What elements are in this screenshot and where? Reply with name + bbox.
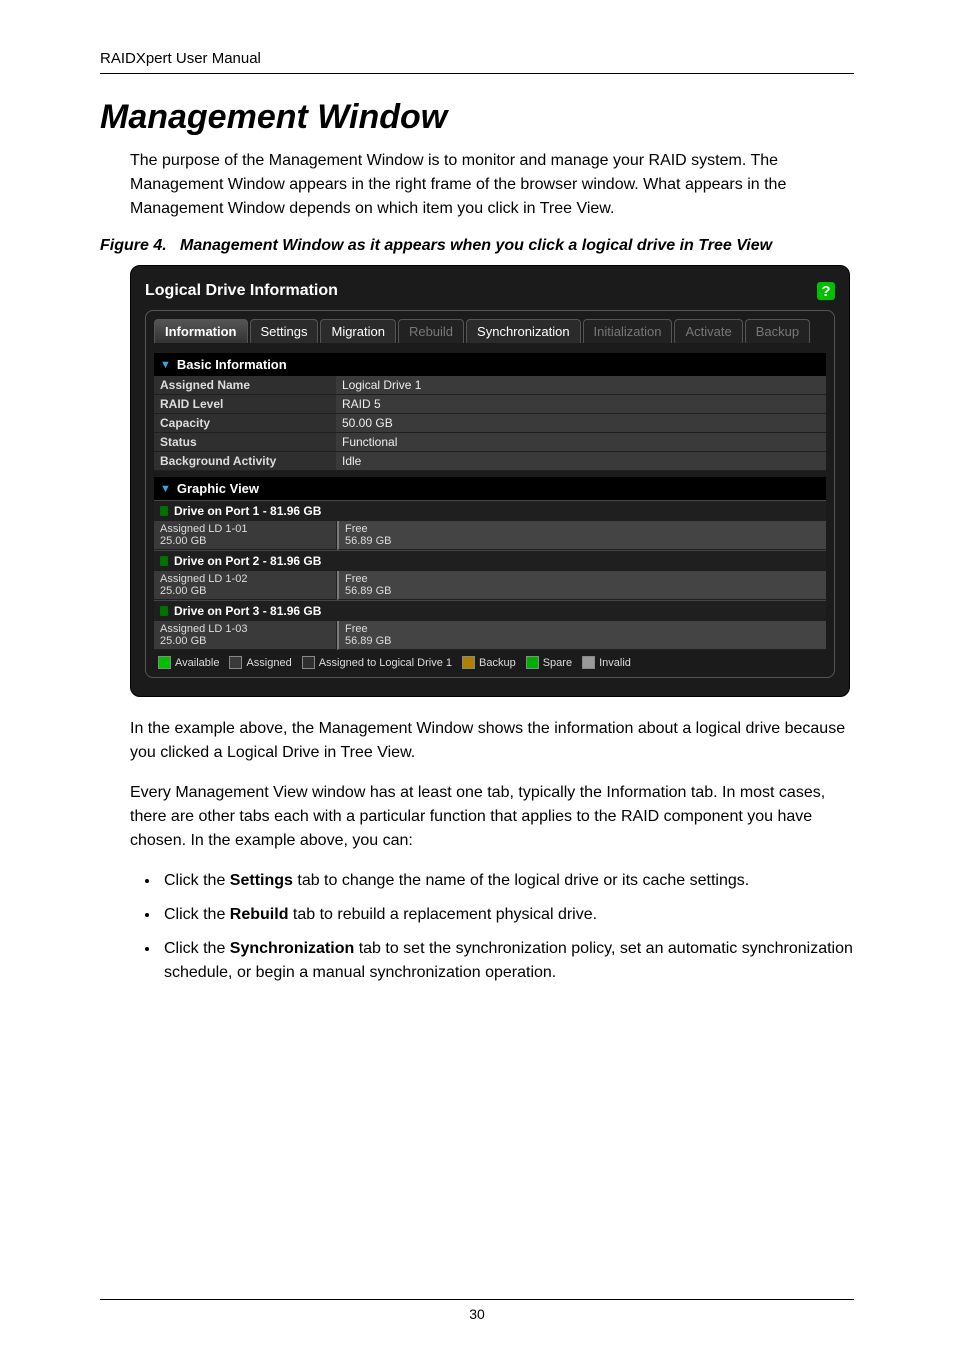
drive-led-icon [160,606,168,616]
legend-invalid: Invalid [582,656,631,669]
tab-rebuild: Rebuild [398,319,464,343]
bullet-list: Click the Settings tab to change the nam… [100,869,854,985]
free-label: Free [345,523,820,535]
key: Status [154,433,336,452]
row-raid-level: RAID Level RAID 5 [154,395,826,414]
value: Functional [336,433,826,452]
figure-caption-text: Management Window as it appears when you… [180,237,772,254]
free-label: Free [345,623,820,635]
management-window-screenshot: Logical Drive Information ? Information … [130,265,850,697]
free-size: 56.89 GB [345,635,820,647]
assigned-segment: Assigned LD 1-03 25.00 GB [154,621,337,650]
intro-paragraph: The purpose of the Management Window is … [100,149,854,221]
graphic-view-heading[interactable]: ▼ Graphic View [154,477,826,500]
legend-assigned: Assigned [229,656,291,669]
free-segment: Free 56.89 GB [337,621,826,650]
assigned-size: 25.00 GB [160,635,330,647]
chevron-down-icon: ▼ [160,359,171,371]
bullet-rest: tab to change the name of the logical dr… [293,872,749,889]
running-head: RAIDXpert User Manual [100,50,854,67]
drive-port-3-heading: Drive on Port 3 - 81.96 GB [154,600,826,621]
panel-title-text: Logical Drive Information [145,282,338,300]
value: RAID 5 [336,395,826,414]
graphic-view-label: Graphic View [177,481,259,496]
drive-led-icon [160,506,168,516]
bullet-lead: Click the [164,906,230,923]
tab-initialization: Initialization [583,319,673,343]
legend-backup: Backup [462,656,516,669]
bullet-lead: Click the [164,940,230,957]
tab-migration[interactable]: Migration [320,319,395,343]
chevron-down-icon: ▼ [160,483,171,495]
drive-port-1-heading: Drive on Port 1 - 81.96 GB [154,500,826,521]
key: Assigned Name [154,376,336,395]
basic-info-heading[interactable]: ▼ Basic Information [154,353,826,376]
tab-activate: Activate [674,319,742,343]
page-title: Management Window [100,98,854,137]
key: RAID Level [154,395,336,414]
free-size: 56.89 GB [345,585,820,597]
assigned-label: Assigned LD 1-03 [160,623,330,635]
value: 50.00 GB [336,414,826,433]
key: Capacity [154,414,336,433]
figure-number: Figure 4. [100,237,167,254]
assigned-label: Assigned LD 1-01 [160,523,330,535]
bullet-synchronization: Click the Synchronization tab to set the… [160,937,854,985]
legend-assigned-ld1: Assigned to Logical Drive 1 [302,656,452,669]
row-status: Status Functional [154,433,826,452]
legend: Available Assigned Assigned to Logical D… [154,650,826,669]
paragraph-after-figure-1: In the example above, the Management Win… [100,717,854,765]
bullet-bold: Synchronization [230,940,354,957]
drive-led-icon [160,556,168,566]
drive-port-2-heading: Drive on Port 2 - 81.96 GB [154,550,826,571]
assigned-segment: Assigned LD 1-01 25.00 GB [154,521,337,550]
tab-backup: Backup [745,319,810,343]
basic-info-label: Basic Information [177,357,287,372]
paragraph-after-figure-2: Every Management View window has at leas… [100,781,854,853]
value: Idle [336,452,826,471]
row-assigned-name: Assigned Name Logical Drive 1 [154,376,826,395]
drive-title: Drive on Port 1 - 81.96 GB [174,504,321,518]
free-size: 56.89 GB [345,535,820,547]
bullet-rebuild: Click the Rebuild tab to rebuild a repla… [160,903,854,927]
free-label: Free [345,573,820,585]
legend-available: Available [158,656,219,669]
drive-title: Drive on Port 3 - 81.96 GB [174,604,321,618]
row-capacity: Capacity 50.00 GB [154,414,826,433]
footer-rule [100,1299,854,1300]
panel-border: Information Settings Migration Rebuild S… [145,310,835,678]
bullet-bold: Rebuild [230,906,289,923]
head-rule [100,73,854,74]
bullet-bold: Settings [230,872,293,889]
bullet-rest: tab to rebuild a replacement physical dr… [288,906,597,923]
tab-information[interactable]: Information [154,319,248,343]
assigned-segment: Assigned LD 1-02 25.00 GB [154,571,337,600]
free-segment: Free 56.89 GB [337,521,826,550]
drive-port-3-bar: Assigned LD 1-03 25.00 GB Free 56.89 GB [154,621,826,650]
tab-settings[interactable]: Settings [250,319,319,343]
assigned-size: 25.00 GB [160,585,330,597]
bullet-lead: Click the [164,872,230,889]
free-segment: Free 56.89 GB [337,571,826,600]
tab-bar: Information Settings Migration Rebuild S… [154,319,826,343]
value: Logical Drive 1 [336,376,826,395]
legend-spare: Spare [526,656,572,669]
tab-synchronization[interactable]: Synchronization [466,319,581,343]
assigned-label: Assigned LD 1-02 [160,573,330,585]
bullet-settings: Click the Settings tab to change the nam… [160,869,854,893]
page-number: 30 [0,1306,954,1322]
figure-caption: Figure 4. Management Window as it appear… [100,237,854,255]
help-icon[interactable]: ? [817,282,835,300]
drive-port-2-bar: Assigned LD 1-02 25.00 GB Free 56.89 GB [154,571,826,600]
drive-title: Drive on Port 2 - 81.96 GB [174,554,321,568]
drive-port-1-bar: Assigned LD 1-01 25.00 GB Free 56.89 GB [154,521,826,550]
row-background-activity: Background Activity Idle [154,452,826,471]
key: Background Activity [154,452,336,471]
assigned-size: 25.00 GB [160,535,330,547]
